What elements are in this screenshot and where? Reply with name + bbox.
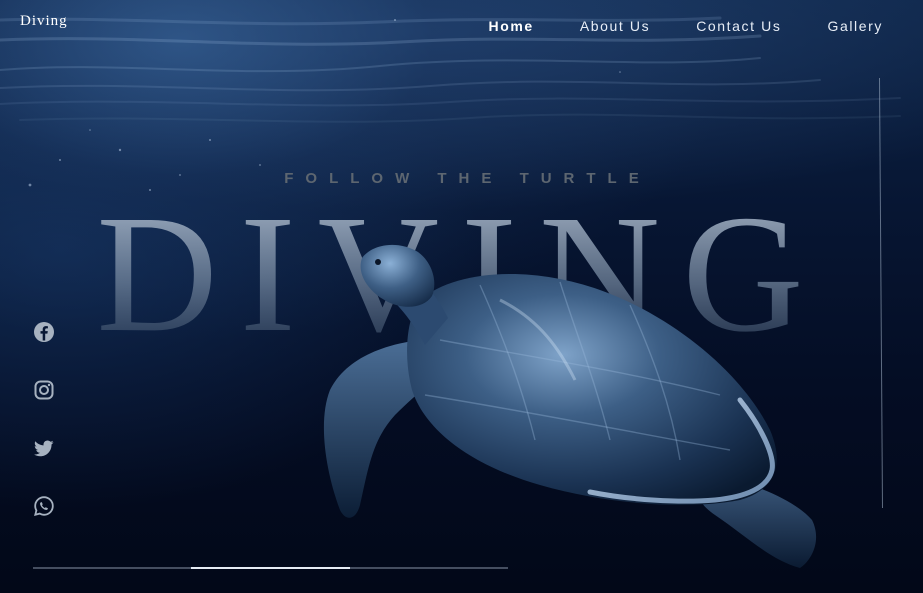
facebook-icon[interactable] (32, 320, 56, 344)
site-logo[interactable]: Diving (20, 13, 68, 30)
nav-item-home: Home (489, 18, 534, 36)
whatsapp-icon[interactable] (32, 494, 56, 518)
twitter-icon[interactable] (32, 436, 56, 460)
hero-page: DIVING Diving Home About Us Contact Us G… (0, 0, 923, 593)
hero-tagline: FOLLOW THE TURTLE (284, 170, 651, 187)
slider-progress-indicator (191, 567, 350, 569)
nav-item-about: About Us (580, 18, 650, 36)
main-nav: Home About Us Contact Us Gallery (489, 18, 883, 36)
instagram-icon[interactable] (32, 378, 56, 402)
social-links (32, 320, 58, 552)
nav-link-contact[interactable]: Contact Us (696, 18, 781, 34)
nav-link-gallery[interactable]: Gallery (827, 18, 883, 34)
nav-link-home[interactable]: Home (489, 18, 534, 34)
nav-item-gallery: Gallery (827, 18, 883, 36)
slider-progress-track[interactable] (33, 567, 508, 569)
sea-turtle-image (323, 244, 817, 568)
nav-link-about[interactable]: About Us (580, 18, 650, 34)
nav-item-contact: Contact Us (696, 18, 781, 36)
